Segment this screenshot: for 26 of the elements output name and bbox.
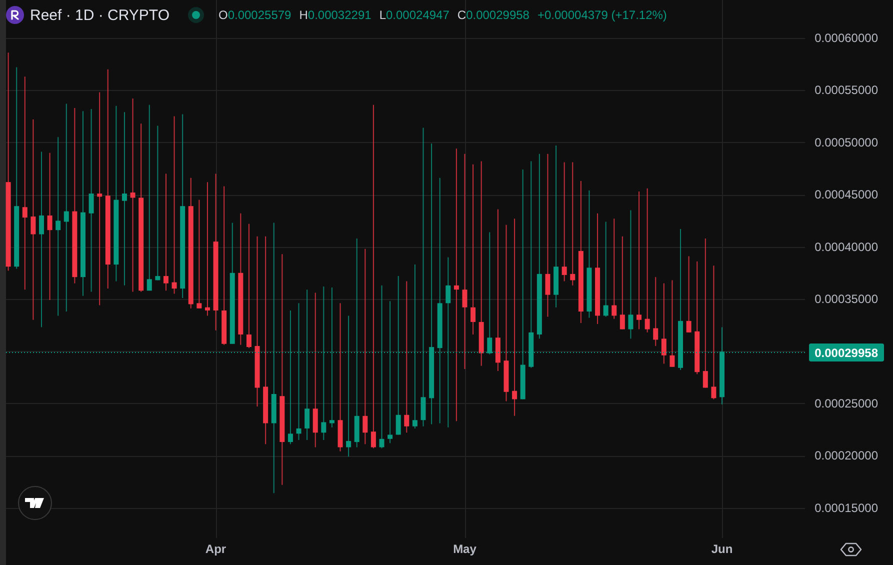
ohlc-label: C [457,8,466,22]
ohlc-label: O [218,8,228,22]
price-axis-label: 0.00050000 [814,135,878,150]
ohlc-label: H [299,8,308,22]
logo-icon [6,6,24,24]
price-change: +0.00004379 (+17.12%) [537,8,667,22]
price-axis-label: 0.00025000 [814,396,878,410]
ohlc-value: 0.00032291 [308,8,372,22]
price-axis-label: 0.00035000 [814,292,878,306]
time-axis-label: Jun [711,542,733,556]
time-axis-label: May [453,542,476,556]
current-price-label: 0.00029958 [809,344,884,362]
price-axis-label: 0.00060000 [814,31,878,45]
settings-icon[interactable] [840,542,862,556]
price-axis-label: 0.00020000 [814,448,878,463]
price-axis-label: 0.00015000 [814,500,878,515]
ohlc-value: 0.00024947 [386,8,450,22]
logo-icon [18,486,52,520]
ohlc-label: L [379,8,386,22]
time-axis-label: Apr [205,542,226,556]
price-axis-label: 0.00055000 [814,83,878,98]
price-axis-label: 0.00040000 [814,240,878,254]
symbol-title: Reef · 1D · CRYPTO [30,6,170,24]
ohlc-value: 0.00025579 [228,8,292,22]
ohlc-value: 0.00029958 [466,8,530,22]
price-axis-label: 0.00045000 [814,188,878,202]
